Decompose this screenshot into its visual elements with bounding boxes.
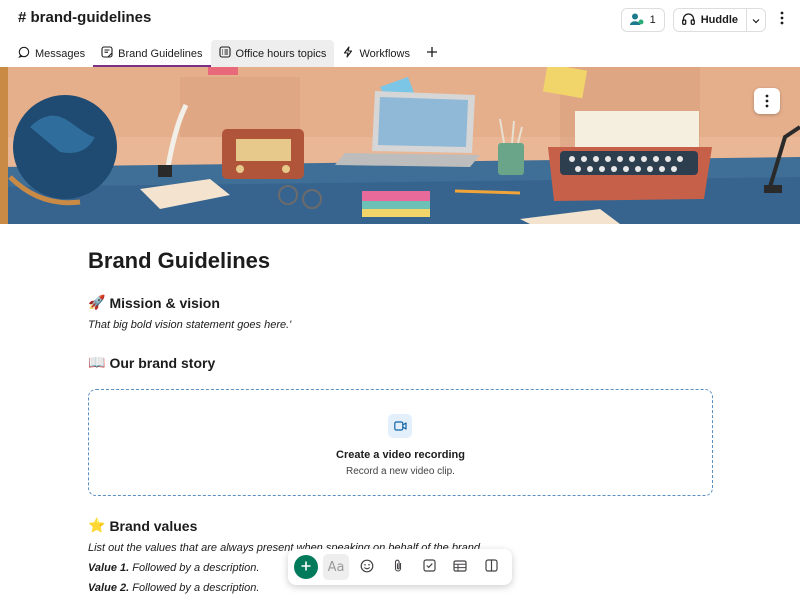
value-label: Value 2.: [88, 582, 130, 594]
video-subtitle: Record a new video clip.: [346, 466, 455, 477]
channel-tabs: Messages Brand Guidelines Office hours t…: [10, 40, 446, 67]
video-title: Create a video recording: [336, 449, 465, 461]
table-button[interactable]: [447, 554, 473, 580]
tab-label: Brand Guidelines: [118, 47, 203, 60]
insert-button[interactable]: [294, 555, 318, 579]
canvas-icon: [101, 46, 113, 61]
lightning-icon: [342, 46, 354, 61]
page-title[interactable]: Brand Guidelines: [88, 248, 270, 274]
banner-more-button[interactable]: [754, 88, 780, 114]
channel-more-button[interactable]: [774, 9, 790, 31]
tab-workflows[interactable]: Workflows: [334, 40, 418, 67]
huddle-group: Huddle: [672, 8, 766, 32]
paperclip-icon: [392, 559, 404, 576]
list-icon: [218, 46, 231, 61]
rocket-emoji: 🚀: [88, 294, 106, 310]
vertical-ellipsis-icon: [780, 11, 784, 30]
member-avatar-icon: [629, 13, 644, 28]
plus-icon: [300, 560, 312, 575]
video-camera-icon: [388, 414, 412, 438]
channel-title[interactable]: # brand-guidelines: [18, 9, 151, 26]
add-tab-button[interactable]: [418, 40, 446, 67]
editor-toolbar: Aa: [288, 549, 512, 585]
table-icon: [453, 559, 467, 575]
tab-label: Office hours topics: [235, 47, 327, 60]
heading-text: Mission & vision: [109, 294, 220, 311]
plus-icon: [426, 45, 438, 63]
split-columns-icon: [484, 559, 498, 575]
smiley-icon: [360, 559, 374, 576]
heading-mission[interactable]: 🚀 Mission & vision: [88, 294, 220, 311]
value-item[interactable]: Value 2. Followed by a description.: [88, 582, 259, 594]
text-format-button[interactable]: Aa: [323, 554, 349, 580]
value-label: Value 1.: [88, 562, 130, 574]
vertical-ellipsis-icon: [765, 94, 769, 108]
member-count: 1: [649, 14, 656, 26]
canvas-banner-image: [0, 67, 800, 224]
tab-label: Messages: [35, 47, 86, 60]
tab-brand-guidelines[interactable]: Brand Guidelines: [93, 40, 211, 67]
heading-text: Our brand story: [109, 354, 216, 371]
huddle-button[interactable]: Huddle: [674, 9, 746, 31]
mission-text[interactable]: That big bold vision statement goes here…: [88, 319, 291, 331]
value-description: Followed by a description.: [129, 562, 260, 574]
star-emoji: ⭐: [88, 517, 106, 533]
tab-messages[interactable]: Messages: [10, 40, 93, 67]
value-item[interactable]: Value 1. Followed by a description.: [88, 562, 259, 574]
value-description: Followed by a description.: [129, 582, 260, 594]
heading-brand-values[interactable]: ⭐ Brand values: [88, 517, 197, 534]
channel-header: # brand-guidelines 1 Huddle: [0, 0, 800, 40]
chevron-down-icon: [752, 11, 760, 29]
checkbox-icon: [422, 559, 436, 575]
members-button[interactable]: 1: [620, 8, 665, 32]
layout-button[interactable]: [478, 554, 504, 580]
emoji-button[interactable]: [354, 554, 380, 580]
attach-button[interactable]: [385, 554, 411, 580]
tab-label: Workflows: [359, 47, 410, 60]
headphones-icon: [681, 12, 695, 28]
huddle-options-button[interactable]: [746, 9, 765, 31]
header-actions: 1 Huddle: [620, 8, 790, 32]
heading-text: Brand values: [109, 517, 198, 534]
video-recording-placeholder[interactable]: Create a video recording Record a new vi…: [88, 389, 713, 496]
chat-bubble-icon: [18, 46, 30, 61]
huddle-label: Huddle: [700, 14, 738, 26]
book-emoji: 📖: [88, 354, 106, 370]
checklist-button[interactable]: [416, 554, 442, 580]
tab-office-hours-topics[interactable]: Office hours topics: [210, 40, 335, 67]
heading-brand-story[interactable]: 📖 Our brand story: [88, 354, 215, 371]
